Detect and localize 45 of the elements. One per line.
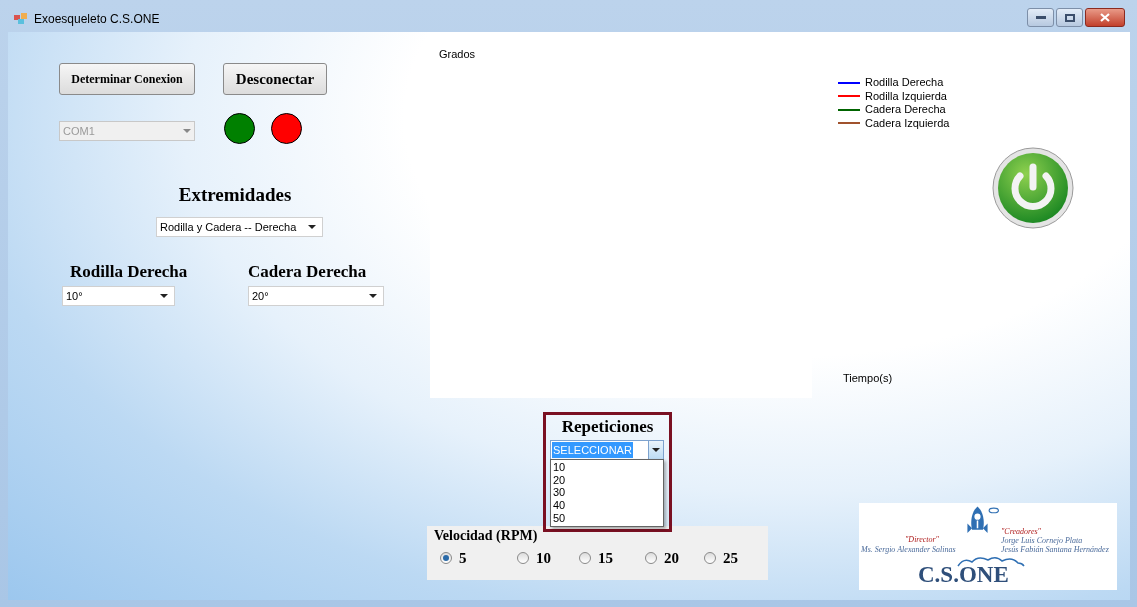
legend-label: Cadera Derecha [865, 104, 946, 116]
logo-text: Ms. Sergio Alexander Salinas [861, 545, 956, 554]
joint-label: Rodilla Derecha [70, 261, 188, 283]
radio-option[interactable]: 10 [517, 547, 551, 570]
caret-icon [308, 225, 316, 229]
radio-option[interactable]: 20 [645, 547, 679, 570]
group-label: Velocidad (RPM) [434, 527, 538, 545]
logo-text: Jesús Fabián Santana Hernández [1001, 545, 1109, 554]
close-button[interactable] [1085, 8, 1125, 27]
logo-text: "Director" [905, 535, 939, 544]
connect-button[interactable]: Determinar Conexion [59, 63, 195, 95]
caret-icon [183, 129, 191, 133]
cloud-drawing [956, 555, 1026, 567]
caret-icon [160, 294, 168, 298]
dropdown-option[interactable]: 10 [551, 461, 663, 474]
app-icon [14, 13, 28, 25]
radio-option[interactable]: 5 [440, 547, 467, 570]
legend-label: Rodilla Izquierda [865, 90, 947, 102]
power-button[interactable] [992, 147, 1074, 229]
section-heading: Extremidades [177, 183, 293, 207]
dropdown-option[interactable]: 50 [551, 511, 663, 525]
disconnect-button[interactable]: Desconectar [223, 63, 327, 95]
logo-text: Jorge Luis Cornejo Plata [1001, 536, 1083, 545]
radio-option[interactable]: 25 [704, 547, 738, 570]
minimize-button[interactable] [1027, 8, 1054, 27]
window-title: Exoesqueleto C.S.ONE [34, 11, 160, 28]
legend-label: Rodilla Derecha [865, 77, 944, 89]
radio-option[interactable]: 15 [579, 547, 613, 570]
maximize-button[interactable] [1056, 8, 1083, 27]
dropdown-option[interactable]: 20 [551, 473, 663, 487]
joint-label: Cadera Derecha [248, 261, 367, 283]
axis-label: Grados [439, 47, 476, 62]
caret-icon [652, 448, 660, 452]
angle-dropdown[interactable]: 10° [62, 286, 175, 306]
caret-icon [369, 294, 377, 298]
axis-label: Tiempo(s) [843, 371, 893, 386]
legend-label: Cadera Izquierda [865, 117, 950, 129]
logo-name: C.S.ONE [918, 563, 1009, 586]
limb-dropdown[interactable]: Rodilla y Cadera -- Derecha [156, 217, 323, 237]
section-heading: Repeticiones [560, 416, 655, 438]
close-icon [1100, 13, 1110, 22]
logo-text: "Creadores" [1001, 527, 1041, 536]
dropdown-option[interactable]: 40 [551, 499, 663, 512]
angle-dropdown[interactable]: 20° [248, 286, 384, 306]
dropdown-option[interactable]: 30 [551, 486, 663, 500]
